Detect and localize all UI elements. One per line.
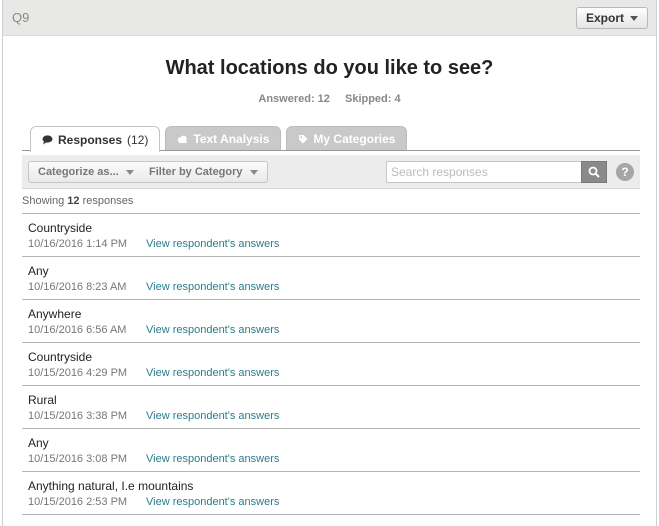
filter-by-category-dropdown[interactable]: Filter by Category (140, 161, 268, 183)
list-item: Any 10/16/2016 8:23 AM View respondent's… (22, 257, 640, 300)
response-text: Any (28, 436, 49, 450)
export-label: Export (585, 11, 624, 25)
tab-responses[interactable]: Responses (12) (30, 126, 161, 152)
view-respondent-link[interactable]: View respondent's answers (146, 410, 279, 422)
view-respondent-link[interactable]: View respondent's answers (146, 281, 279, 293)
response-text: Countryside (28, 221, 93, 235)
skipped-count: Skipped: 4 (344, 93, 401, 105)
tab-text-analysis[interactable]: Text Analysis (165, 126, 282, 151)
view-respondent-link[interactable]: View respondent's answers (146, 238, 279, 250)
chevron-down-icon (125, 169, 134, 175)
filter-label: Filter by Category (149, 166, 243, 178)
response-text: Countryside (28, 350, 93, 364)
tab-my-categories-label: My Categories (313, 132, 396, 146)
view-respondent-link[interactable]: View respondent's answers (146, 496, 279, 508)
view-respondent-link[interactable]: View respondent's answers (146, 367, 279, 379)
search-button[interactable] (581, 161, 607, 183)
response-date: 10/15/2016 4:29 PM (28, 367, 128, 379)
chevron-down-icon (249, 169, 258, 175)
search-responses-input[interactable] (386, 161, 581, 183)
export-button[interactable]: Export (575, 7, 648, 29)
response-date: 10/16/2016 6:56 AM (28, 324, 127, 336)
cloud-icon (178, 135, 188, 143)
tab-text-analysis-label: Text Analysis (193, 132, 270, 146)
response-list: Countryside 10/16/2016 1:14 PM View resp… (22, 213, 640, 515)
chevron-down-icon (630, 15, 638, 21)
showing-prefix: Showing (22, 195, 65, 207)
response-date: 10/15/2016 3:08 PM (28, 453, 128, 465)
showing-count: Showing 12 responses (22, 195, 133, 207)
list-item: Anything natural, I.e mountains 10/15/20… (22, 472, 640, 515)
help-button[interactable]: ? (616, 163, 634, 181)
list-item: Any 10/15/2016 3:08 PM View respondent's… (22, 429, 640, 472)
answered-count: Answered: 12 (258, 93, 330, 105)
tab-responses-label: Responses (58, 132, 123, 147)
tag-icon (299, 135, 308, 144)
list-item: Countryside 10/16/2016 1:14 PM View resp… (22, 214, 640, 257)
response-text: Anything natural, I.e mountains (28, 479, 194, 493)
tab-responses-count: (12) (127, 132, 149, 147)
response-text: Any (28, 264, 49, 278)
help-icon: ? (621, 165, 629, 179)
response-date: 10/15/2016 2:53 PM (28, 496, 128, 508)
list-item: Anywhere 10/16/2016 6:56 AM View respond… (22, 300, 640, 343)
tab-my-categories[interactable]: My Categories (286, 126, 408, 151)
list-item: Rural 10/15/2016 3:38 PM View respondent… (22, 386, 640, 429)
response-date: 10/15/2016 3:38 PM (28, 410, 128, 422)
showing-suffix: responses (82, 195, 134, 207)
speech-bubble-icon (42, 134, 53, 144)
list-item: Countryside 10/15/2016 4:29 PM View resp… (22, 343, 640, 386)
response-tabs: Responses (12) Text Analysis My Categori… (30, 126, 408, 152)
search-icon (588, 166, 600, 178)
question-number: Q9 (12, 10, 30, 25)
response-toolbar: Categorize as... Filter by Category ? (22, 155, 640, 189)
question-title: What locations do you like to see? (165, 57, 494, 79)
question-header-bar: Q9 Export (3, 0, 656, 36)
response-text: Anywhere (28, 307, 82, 321)
categorize-label: Categorize as... (38, 166, 119, 178)
response-stats: Answered: 12 Skipped: 4 (3, 93, 656, 105)
response-text: Rural (28, 393, 57, 407)
showing-number: 12 (67, 195, 80, 207)
response-date: 10/16/2016 8:23 AM (28, 281, 127, 293)
view-respondent-link[interactable]: View respondent's answers (146, 453, 279, 465)
categorize-as-dropdown[interactable]: Categorize as... (28, 161, 144, 183)
response-date: 10/16/2016 1:14 PM (28, 238, 128, 250)
view-respondent-link[interactable]: View respondent's answers (146, 324, 279, 336)
